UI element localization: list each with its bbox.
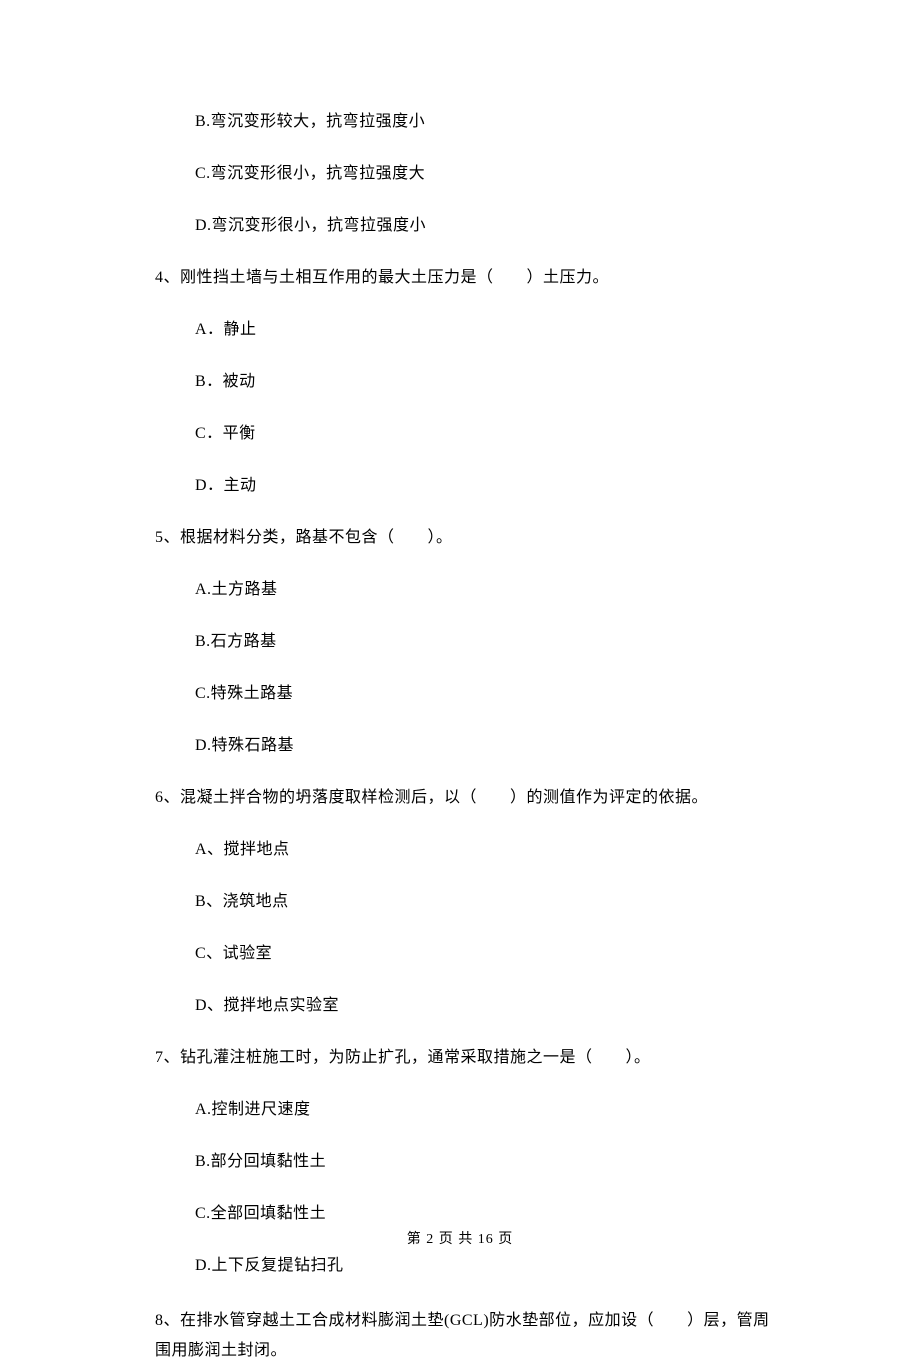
question-4-option-a: A．静止 [195,318,780,342]
question-4-option-c: C．平衡 [195,422,780,446]
question-8-stem: 8、在排水管穿越土工合成材料膨润土垫(GCL)防水垫部位，应加设（ ）层，管周围… [155,1306,780,1367]
prev-option-b: B.弯沉变形较大，抗弯拉强度小 [195,110,780,134]
page-footer: 第 2 页 共 16 页 [0,1229,920,1250]
question-4-stem: 4、刚性挡土墙与土相互作用的最大土压力是（ ）土压力。 [155,266,780,290]
question-7-option-a: A.控制进尺速度 [195,1098,780,1122]
prev-option-c: C.弯沉变形很小，抗弯拉强度大 [195,162,780,186]
question-5-option-d: D.特殊石路基 [195,734,780,758]
question-4-option-d: D．主动 [195,474,780,498]
question-7-option-c: C.全部回填黏性土 [195,1202,780,1226]
question-6-option-b: B、浇筑地点 [195,890,780,914]
question-6-option-d: D、搅拌地点实验室 [195,994,780,1018]
question-7-option-d: D.上下反复提钻扫孔 [195,1254,780,1278]
prev-option-d: D.弯沉变形很小，抗弯拉强度小 [195,214,780,238]
question-6-option-c: C、试验室 [195,942,780,966]
question-5-stem: 5、根据材料分类，路基不包含（ ）。 [155,526,780,550]
question-7-stem: 7、钻孔灌注桩施工时，为防止扩孔，通常采取措施之一是（ ）。 [155,1046,780,1070]
question-6-option-a: A、搅拌地点 [195,838,780,862]
question-5-option-b: B.石方路基 [195,630,780,654]
question-5-option-c: C.特殊土路基 [195,682,780,706]
question-7-option-b: B.部分回填黏性土 [195,1150,780,1174]
question-6-stem: 6、混凝土拌合物的坍落度取样检测后，以（ ）的测值作为评定的依据。 [155,786,780,810]
page-content: B.弯沉变形较大，抗弯拉强度小 C.弯沉变形很小，抗弯拉强度大 D.弯沉变形很小… [0,0,920,1367]
question-4-option-b: B．被动 [195,370,780,394]
question-5-option-a: A.土方路基 [195,578,780,602]
